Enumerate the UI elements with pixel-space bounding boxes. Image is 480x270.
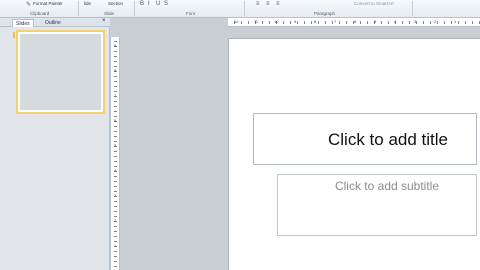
subtitle-placeholder[interactable]: Click to add subtitle [277, 174, 477, 236]
slide-number-marker [13, 32, 15, 38]
ruler-number: 3 [114, 193, 117, 198]
separator [78, 1, 79, 16]
ruler-number: 5 [374, 19, 377, 24]
horizontal-ruler: 12 11 10 9 8 7 6 5 4 3 2 1 [228, 18, 480, 27]
ruler-number: 2 [114, 218, 117, 223]
close-icon[interactable]: × [102, 18, 106, 24]
slide-thumbnail[interactable] [16, 30, 105, 114]
italic-icon[interactable]: I [148, 1, 150, 7]
font-group-label: Font [186, 11, 196, 16]
separator [134, 1, 135, 16]
tab-outline[interactable]: Outline [42, 19, 64, 27]
paragraph-group-label: Paragraph [314, 11, 336, 16]
ruler-number: 1 [454, 19, 457, 24]
strikethrough-icon[interactable]: S [164, 1, 168, 7]
ruler-number: 4 [114, 168, 117, 173]
ruler-number: 4 [394, 19, 397, 24]
ruler-number: 9 [294, 19, 297, 24]
ruler-number: 11 [254, 19, 259, 24]
align-right-icon[interactable]: ≡ [276, 1, 280, 7]
ruler-number: 2 [434, 19, 437, 24]
ruler-number: 3 [414, 19, 417, 24]
subtitle-placeholder-text: Click to add subtitle [334, 179, 440, 193]
slides-pane: Slides Outline × [0, 18, 110, 270]
ruler-number: 10 [274, 19, 279, 24]
convert-smartart-button[interactable]: Convert to SmartArt [354, 1, 394, 6]
title-placeholder-text: Click to add title [328, 130, 448, 149]
format-painter-icon: ✎ [26, 2, 32, 8]
title-placeholder[interactable]: Click to add title [253, 113, 477, 165]
ruler-number: 7 [334, 19, 337, 24]
ruler-number: 9 [114, 43, 117, 48]
bold-icon[interactable]: B [140, 1, 144, 7]
vertical-ruler: 9 8 7 6 5 4 3 2 1 [110, 37, 120, 270]
align-left-icon[interactable]: ≡ [256, 1, 260, 7]
ruler-number: 6 [354, 19, 357, 24]
section-button[interactable]: Section [108, 1, 123, 6]
align-center-icon[interactable]: ≡ [266, 1, 270, 7]
underline-icon[interactable]: U [156, 1, 160, 7]
pane-tabs: Slides Outline × [0, 18, 110, 27]
new-slide-button[interactable]: lide [84, 1, 91, 6]
slides-group-label: Slide [104, 11, 115, 16]
ruler-number: 1 [114, 243, 117, 248]
slide-canvas[interactable]: Click to add title Click to add subtitle [228, 38, 480, 270]
ruler-number: 7 [114, 93, 117, 98]
clipboard-group-label: Clipboard [30, 11, 50, 16]
ruler-number: 8 [114, 68, 117, 73]
ruler-number: 5 [114, 143, 117, 148]
ruler-number: 12 [234, 19, 239, 24]
ruler-number: 8 [314, 19, 317, 24]
separator [412, 1, 413, 16]
slide-thumbnail-preview [20, 34, 101, 110]
separator [244, 1, 245, 16]
ribbon: ✎ Format Painter Clipboard lide Section … [0, 0, 480, 18]
tab-slides[interactable]: Slides [12, 19, 34, 27]
format-painter-button[interactable]: Format Painter [33, 1, 63, 6]
ruler-number: 6 [114, 118, 117, 123]
